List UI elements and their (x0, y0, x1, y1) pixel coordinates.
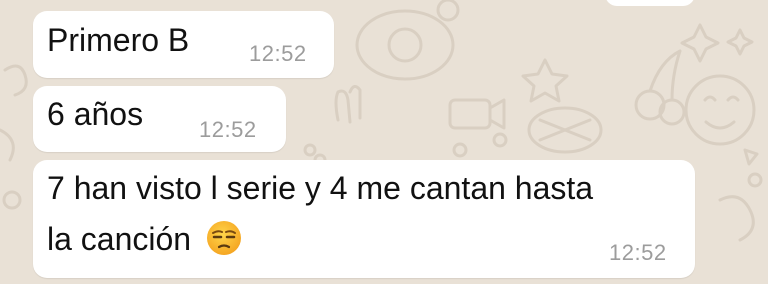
message-text-line-1: 7 han visto l serie y 4 me cantan hasta (47, 170, 594, 206)
unamused-face-emoji-icon (206, 221, 241, 255)
previous-message-bubble-edge (605, 0, 695, 6)
message-text-line-2-words: la canción (47, 221, 192, 257)
message-text-line-2: la canción (47, 216, 242, 262)
message-bubble[interactable]: Primero B 12:52 (33, 11, 334, 78)
message-text: Primero B (47, 22, 190, 58)
message-bubble[interactable]: 7 han visto l serie y 4 me cantan hasta … (33, 160, 695, 278)
message-timestamp: 12:52 (249, 41, 307, 66)
message-bubble[interactable]: 6 años 12:52 (33, 86, 286, 152)
message-text: 6 años (47, 96, 144, 132)
message-timestamp: 12:52 (199, 117, 257, 142)
message-timestamp: 12:52 (609, 240, 667, 265)
